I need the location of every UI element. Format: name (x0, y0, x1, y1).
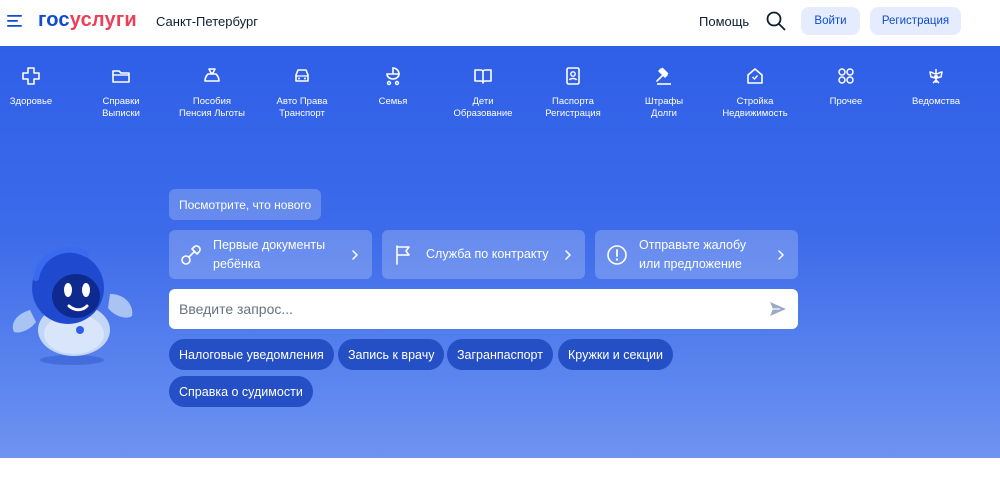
search-box (169, 289, 798, 329)
pacifier-icon (181, 244, 201, 265)
house-icon (747, 68, 763, 84)
chip-tax-notices[interactable]: Налоговые уведомления (169, 339, 334, 370)
category-label: Авто Права Транспорт (276, 96, 328, 119)
stroller-icon (386, 67, 400, 86)
category-label: Семья (378, 96, 408, 107)
search-icon[interactable] (765, 10, 787, 32)
top-header: госуслуги Санкт-Петербург Помощь Войти Р… (0, 0, 1000, 46)
folder-icon (112, 70, 130, 83)
chip-criminal-record-certificate[interactable]: Справка о судимости (169, 376, 313, 407)
card-first-child-documents[interactable]: Первые документы ребёнка (169, 230, 372, 279)
grid-icon (838, 68, 854, 84)
category-label: Здоровье (9, 96, 53, 107)
category-label: Стройка Недвижимость (722, 96, 788, 119)
gavel-icon (656, 67, 671, 85)
car-icon (295, 69, 309, 82)
card-label: Отправьте жалобу или предложение (639, 237, 747, 271)
help-link[interactable]: Помощь (699, 14, 749, 29)
search-input[interactable] (179, 289, 749, 329)
gosuslugi-logo[interactable]: госуслуги (38, 9, 137, 32)
chevron-right-icon (565, 249, 571, 260)
robot-mascot-image (12, 246, 133, 365)
chevron-right-icon (352, 249, 358, 260)
category-benefits[interactable]: Пособия Пенсия Льготы (168, 66, 256, 120)
city-selector[interactable]: Санкт-Петербург (156, 14, 258, 29)
send-icon[interactable] (768, 299, 788, 319)
login-button[interactable]: Войти (801, 7, 860, 35)
logo-part-uslugi: услуги (69, 9, 137, 31)
card-label: Служба по контракту (426, 247, 549, 261)
card-contract-service[interactable]: Служба по контракту (382, 230, 585, 279)
category-label: Пособия Пенсия Льготы (179, 96, 245, 119)
category-other[interactable]: Прочее (802, 66, 890, 108)
category-health[interactable]: Здоровье (0, 66, 75, 108)
chip-doctor-appointment[interactable]: Запись к врачу (338, 339, 445, 370)
category-family[interactable]: Семья (349, 66, 437, 108)
category-auto[interactable]: Авто Права Транспорт (258, 66, 346, 120)
category-label: Справки Выписки (102, 96, 140, 119)
whats-new-button[interactable]: Посмотрите, что нового (169, 189, 322, 220)
chip-international-passport[interactable]: Загранпаспорт (447, 339, 553, 370)
category-children[interactable]: Дети Образование (439, 66, 527, 120)
wallet-icon (204, 68, 220, 82)
category-label: Штрафы Долги (644, 96, 684, 119)
category-construction[interactable]: Стройка Недвижимость (711, 66, 799, 120)
menu-icon[interactable] (7, 13, 23, 29)
register-button[interactable]: Регистрация (870, 7, 961, 35)
logo-part-gos: гос (38, 9, 70, 31)
chip-clubs-sections[interactable]: Кружки и секции (558, 339, 674, 370)
category-label: Прочее (829, 96, 863, 107)
category-certificates[interactable]: Справки Выписки (77, 66, 165, 120)
card-complaint[interactable]: Отправьте жалобу или предложение (595, 230, 798, 279)
category-fines[interactable]: Штрафы Долги (620, 66, 708, 120)
health-cross-icon (22, 67, 40, 85)
chevron-right-icon (778, 249, 784, 260)
eagle-emblem-icon (929, 69, 943, 84)
alert-circle-icon (607, 244, 627, 265)
category-departments[interactable]: Ведомства (892, 66, 980, 108)
category-label: Паспорта Регистрация (545, 96, 601, 119)
category-passports[interactable]: Паспорта Регистрация (529, 66, 617, 120)
passport-icon (566, 67, 580, 85)
book-icon (474, 69, 492, 84)
category-label: Дети Образование (453, 96, 513, 119)
category-label: Ведомства (911, 96, 961, 107)
hero-section: Здоровье Справки Выписки Пособия Пенсия … (0, 46, 1000, 458)
card-label: Первые документы ребёнка (213, 237, 326, 271)
flag-icon (396, 244, 410, 265)
